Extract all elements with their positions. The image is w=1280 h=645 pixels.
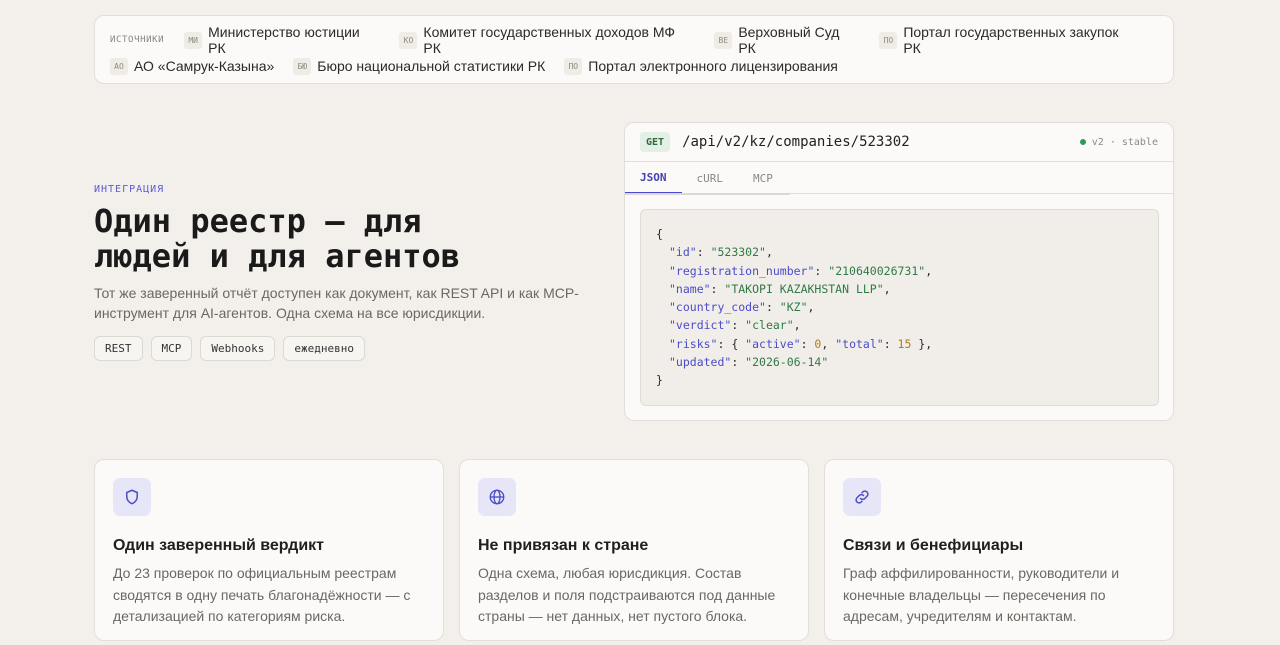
feature-title: Один заверенный вердикт bbox=[113, 537, 324, 554]
chip-daily: ежедневно bbox=[283, 336, 365, 361]
source-abbr: МИ bbox=[184, 31, 203, 49]
chip-webhooks: Webhooks bbox=[200, 336, 276, 361]
api-example-card: GET /api/v2/kz/companies/523302 v2 · sta… bbox=[624, 122, 1174, 421]
chip-rest: REST bbox=[94, 336, 143, 361]
source-abbr: ПО bbox=[564, 57, 583, 75]
source-name: Портал государственных закупок РК bbox=[903, 24, 1119, 56]
http-method-badge: GET bbox=[640, 132, 671, 152]
title-line-1: Один реестр — для bbox=[94, 202, 422, 240]
feature-text: До 23 проверок по официальным реестрам с… bbox=[113, 565, 411, 624]
chip-list: REST MCP Webhooks ежедневно bbox=[94, 336, 365, 361]
feature-title: Связи и бенефициары bbox=[843, 537, 1024, 554]
api-version: v2 · stable bbox=[1079, 136, 1158, 148]
source-item[interactable]: ПО Портал электронного лицензирования bbox=[564, 57, 838, 75]
json-registration-number: "210640026731" bbox=[828, 263, 926, 278]
feature-text: Граф аффилированности, руководители и ко… bbox=[843, 565, 1120, 624]
feature-text: Одна схема, любая юрисдикция. Состав раз… bbox=[478, 565, 776, 624]
source-name: Комитет государственных доходов МФ РК bbox=[423, 24, 675, 56]
source-abbr: ВЕ bbox=[714, 31, 733, 49]
source-item[interactable]: МИ Министерство юстиции РК bbox=[184, 24, 380, 56]
link-icon bbox=[843, 478, 881, 516]
chip-mcp: MCP bbox=[150, 336, 193, 361]
api-endpoint: /api/v2/kz/companies/523302 bbox=[682, 134, 910, 150]
source-item[interactable]: АО АО «Самрук-Казына» bbox=[110, 57, 275, 75]
tabs-underline bbox=[625, 193, 790, 195]
source-name: Портал электронного лицензирования bbox=[588, 58, 838, 74]
tab-json[interactable]: JSON bbox=[625, 162, 682, 194]
json-risks-active: 0 bbox=[814, 336, 822, 351]
source-abbr: ПО bbox=[879, 31, 898, 49]
json-code-block: { "id": "523302", "registration_number":… bbox=[640, 209, 1159, 406]
source-name: АО «Самрук-Казына» bbox=[134, 58, 275, 74]
globe-icon bbox=[478, 478, 516, 516]
json-name: "TAKOPI KAZAKHSTAN LLP" bbox=[724, 281, 884, 296]
json-id: "523302" bbox=[710, 245, 766, 260]
title-line-2: людей и для агентов bbox=[94, 237, 461, 275]
source-abbr: АО bbox=[110, 57, 128, 75]
feature-card-links: Связи и бенефициары Граф аффилированност… bbox=[824, 459, 1174, 641]
source-item[interactable]: ВЕ Верховный Суд РК bbox=[714, 24, 860, 56]
feature-card-country: Не привязан к стране Одна схема, любая ю… bbox=[459, 459, 809, 641]
json-updated: "2026-06-14" bbox=[745, 355, 829, 370]
sources-label: ИСТОЧНИКИ bbox=[110, 35, 165, 45]
code-tabs: JSON cURL MCP bbox=[625, 162, 1173, 194]
source-name: Верховный Суд РК bbox=[738, 24, 840, 56]
json-country-code: "KZ" bbox=[779, 300, 808, 315]
source-item[interactable]: ПО Портал государственных закупок РК bbox=[879, 24, 1139, 56]
source-item[interactable]: КО Комитет государственных доходов МФ РК bbox=[399, 24, 695, 56]
section-eyebrow: ИНТЕГРАЦИЯ bbox=[94, 184, 165, 195]
api-version-label: v2 · stable bbox=[1091, 136, 1158, 148]
sources-row-2: АО АО «Самрук-Казына» БЮ Бюро национальн… bbox=[110, 53, 1158, 79]
status-dot-icon bbox=[1079, 139, 1086, 145]
source-abbr: БЮ bbox=[293, 57, 312, 75]
sources-panel: ИСТОЧНИКИ МИ Министерство юстиции РК КО … bbox=[94, 15, 1174, 84]
source-abbr: КО bbox=[399, 31, 418, 49]
tab-curl[interactable]: cURL bbox=[682, 162, 739, 194]
sources-row-1: ИСТОЧНИКИ МИ Министерство юстиции РК КО … bbox=[110, 24, 1158, 56]
source-name: Бюро национальной статистики РК bbox=[317, 58, 546, 74]
feature-card-verdict: Один заверенный вердикт До 23 проверок п… bbox=[94, 459, 444, 641]
shield-icon bbox=[113, 478, 151, 516]
json-risks-total: 15 bbox=[897, 336, 912, 351]
source-name: Министерство юстиции РК bbox=[208, 24, 360, 56]
api-header: GET /api/v2/kz/companies/523302 v2 · sta… bbox=[625, 123, 1173, 162]
section-title: Один реестр — для людей и для агентов bbox=[94, 204, 514, 274]
source-item[interactable]: БЮ Бюро национальной статистики РК bbox=[293, 57, 546, 75]
json-verdict: "clear" bbox=[745, 318, 794, 333]
tab-mcp[interactable]: MCP bbox=[738, 162, 788, 194]
feature-title: Не привязан к стране bbox=[478, 537, 649, 554]
section-description: Тот же заверенный отчёт доступен как док… bbox=[94, 285, 579, 321]
